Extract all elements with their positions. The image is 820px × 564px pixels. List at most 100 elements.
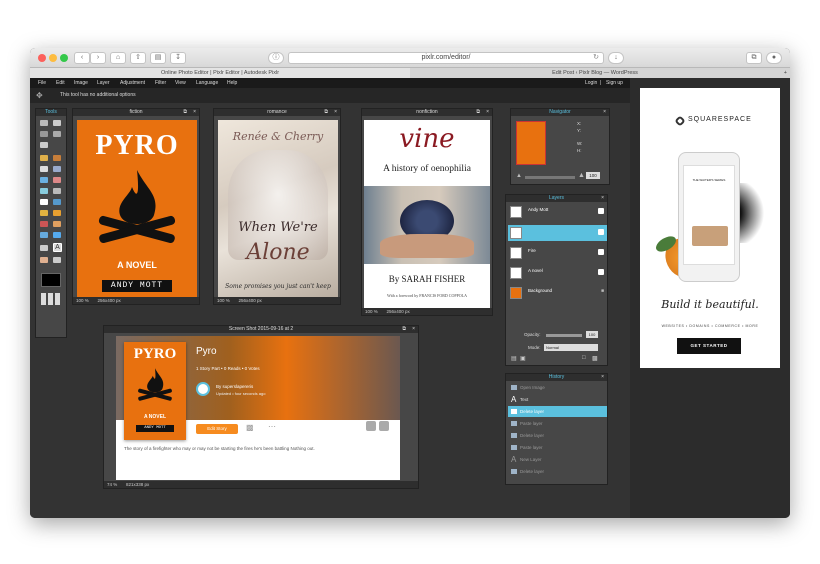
layer-row[interactable]: A novel	[508, 265, 607, 281]
tabs-icon[interactable]: ⧉	[746, 52, 762, 64]
hand-tool-icon[interactable]	[40, 257, 48, 263]
back-button[interactable]: ‹	[74, 52, 90, 64]
menu-file[interactable]: File	[38, 78, 46, 88]
eraser-tool-icon[interactable]	[40, 166, 48, 172]
zoom-value[interactable]: 100	[76, 298, 84, 303]
more-icon[interactable]: ⋯	[268, 422, 276, 431]
login-link[interactable]: Login	[585, 78, 597, 88]
layer-visibility-checkbox[interactable]	[598, 249, 604, 255]
zoom-value[interactable]: 100	[217, 298, 225, 303]
zoom-value[interactable]: 74	[107, 482, 112, 487]
zoom-slider[interactable]	[525, 176, 575, 179]
zoom-value[interactable]: 100	[365, 309, 373, 314]
signup-link[interactable]: Sign up	[606, 78, 623, 88]
lasso-tool-icon[interactable]	[53, 131, 61, 137]
menu-language[interactable]: Language	[196, 78, 218, 88]
zoom-out-icon[interactable]: ▲	[516, 173, 522, 179]
close-icon[interactable]: ×	[334, 109, 337, 116]
twitter-icon[interactable]	[366, 421, 376, 431]
close-icon[interactable]: ×	[412, 326, 415, 333]
close-icon[interactable]: ×	[601, 374, 604, 381]
menu-image[interactable]: Image	[74, 78, 88, 88]
bucket-tool-icon[interactable]	[53, 166, 61, 172]
tab-wordpress[interactable]: Edit Post ‹ Pixlr Blog — WordPress	[410, 68, 780, 78]
smudge-tool-icon[interactable]	[40, 199, 48, 205]
crop-tool-icon[interactable]	[40, 120, 48, 126]
history-item-selected[interactable]: Delete layer	[508, 406, 607, 417]
share-icon[interactable]: ⇧	[130, 52, 146, 64]
close-icon[interactable]: ×	[601, 195, 604, 202]
drop-tool-icon[interactable]	[53, 199, 61, 205]
edit-story-button[interactable]: Edit Story	[196, 424, 238, 434]
history-item[interactable]: Paste layer	[508, 442, 607, 453]
extension-icon[interactable]: ●	[766, 52, 782, 64]
reload-icon[interactable]: ↻	[593, 53, 599, 63]
author-name[interactable]: By superslapereris	[216, 384, 253, 389]
close-icon[interactable]: ×	[486, 109, 489, 116]
facebook-icon[interactable]	[379, 421, 389, 431]
menu-adjustment[interactable]: Adjustment	[120, 78, 145, 88]
get-started-button[interactable]: GET STARTED	[677, 338, 741, 354]
color-picker-icon[interactable]	[40, 245, 48, 251]
sponge-tool-icon[interactable]	[40, 210, 48, 216]
gradient-tool-icon[interactable]	[40, 177, 48, 183]
layer-mask-icon[interactable]: ▣	[520, 355, 526, 362]
history-item[interactable]: A Text	[508, 394, 607, 405]
history-item[interactable]: Delete layer	[508, 466, 607, 477]
layer-row[interactable]: Andy Mott	[508, 204, 607, 220]
menu-view[interactable]: View	[175, 78, 186, 88]
download-icon[interactable]: ↧	[170, 52, 186, 64]
marquee-tool-icon[interactable]	[40, 131, 48, 137]
trash-icon[interactable]: ▩	[592, 355, 598, 362]
squarespace-ad[interactable]: SQUARESPACE THE WAITER'S SERIES Build it…	[640, 88, 780, 368]
history-item[interactable]: A New Layer	[508, 454, 607, 465]
primary-color-swatch[interactable]	[41, 273, 61, 287]
menu-filter[interactable]: Filter	[155, 78, 166, 88]
address-bar[interactable]: pixlr.com/editor/ ↻	[288, 52, 604, 64]
stamp-tool-icon[interactable]	[53, 177, 61, 183]
text-tool-icon[interactable]: A	[53, 243, 62, 252]
restore-icon[interactable]: ⧉	[476, 109, 480, 116]
layer-visibility-checkbox[interactable]	[598, 208, 604, 214]
history-item[interactable]: Delete layer	[508, 430, 607, 441]
sidebar-icon[interactable]: ▤	[150, 52, 166, 64]
new-tab-icon[interactable]: +	[784, 68, 787, 78]
opacity-input[interactable]: 100	[586, 331, 598, 338]
move-tool-icon[interactable]	[53, 120, 61, 126]
zoom-in-icon[interactable]: ▲	[578, 172, 585, 179]
layer-row[interactable]: Background ■	[508, 285, 607, 301]
menu-help[interactable]: Help	[227, 78, 237, 88]
restore-icon[interactable]: ⧉	[402, 326, 406, 333]
new-layer-icon[interactable]: □	[582, 355, 586, 361]
menu-edit[interactable]: Edit	[56, 78, 65, 88]
close-icon[interactable]: ×	[603, 109, 606, 116]
layer-settings-icon[interactable]: ▤	[511, 355, 517, 362]
opacity-slider[interactable]	[546, 334, 582, 337]
layer-visibility-checkbox[interactable]	[598, 269, 604, 275]
author-avatar[interactable]	[196, 382, 210, 396]
grid-icon[interactable]	[41, 293, 61, 305]
close-window-button[interactable]	[38, 54, 46, 62]
tab-pixlr-editor[interactable]: Online Photo Editor | Pixlr Editor | Aut…	[30, 68, 410, 78]
forward-button[interactable]: ›	[90, 52, 106, 64]
nav-zoom-input[interactable]: 100	[586, 172, 600, 179]
layer-visibility-checkbox[interactable]	[598, 229, 604, 235]
brush-tool-icon[interactable]	[53, 155, 61, 161]
stats-icon[interactable]: ▩	[246, 423, 254, 432]
burn-tool-icon[interactable]	[53, 210, 61, 216]
spot-heal-tool-icon[interactable]	[53, 221, 61, 227]
red-eye-tool-icon[interactable]	[40, 221, 48, 227]
menu-layer[interactable]: Layer	[97, 78, 110, 88]
close-icon[interactable]: ×	[193, 109, 196, 116]
zoom-tool-icon[interactable]	[53, 257, 61, 263]
maximize-window-button[interactable]	[60, 54, 68, 62]
drawing-tool-icon[interactable]	[40, 188, 48, 194]
restore-icon[interactable]: ⧉	[324, 109, 328, 116]
history-icon[interactable]: ↓	[608, 52, 624, 64]
layer-row-selected[interactable]	[508, 225, 607, 241]
bloat-tool-icon[interactable]	[40, 232, 48, 238]
pencil-tool-icon[interactable]	[40, 155, 48, 161]
wand-tool-icon[interactable]	[40, 142, 48, 148]
history-item[interactable]: Paste layer	[508, 418, 607, 429]
layer-row[interactable]: Fire	[508, 245, 607, 261]
